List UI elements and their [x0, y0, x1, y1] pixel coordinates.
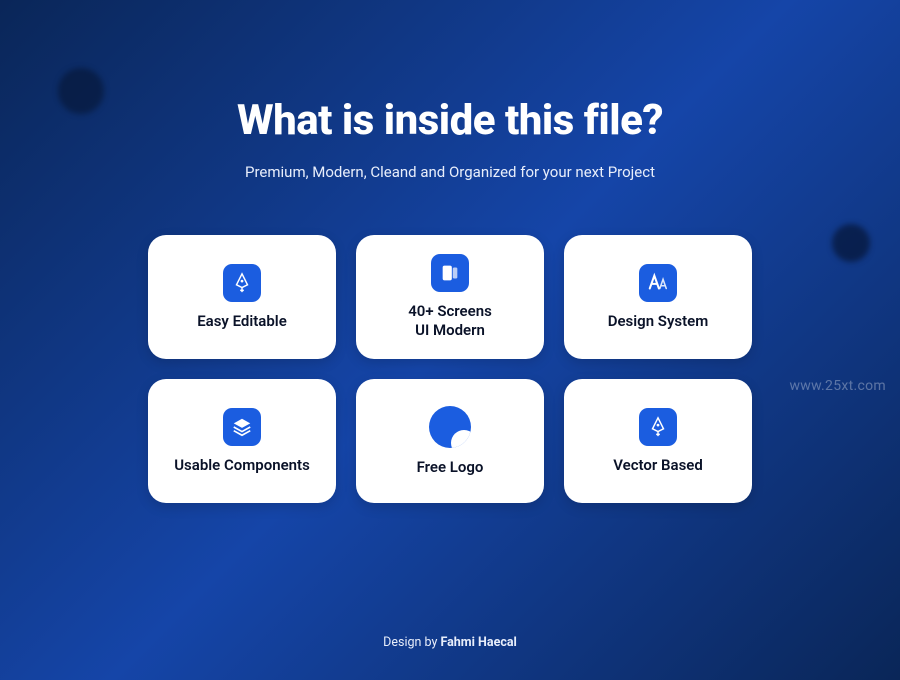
features-grid: Easy Editable 40+ Screens UI Modern Desi…: [148, 235, 752, 503]
feature-card-components: Usable Components: [148, 379, 336, 503]
feature-card-design-system: Design System: [564, 235, 752, 359]
feature-label: Free Logo: [417, 458, 484, 477]
feature-label: Design System: [608, 312, 709, 331]
feature-card-vector: Vector Based: [564, 379, 752, 503]
main-container: What is inside this file? Premium, Moder…: [0, 0, 900, 680]
logo-circle-icon: [429, 406, 471, 448]
feature-label: Easy Editable: [197, 312, 287, 331]
feature-label: Usable Components: [174, 456, 310, 475]
typography-icon: [639, 264, 677, 302]
page-subtitle: Premium, Modern, Cleand and Organized fo…: [245, 163, 655, 181]
feature-card-screens: 40+ Screens UI Modern: [356, 235, 544, 359]
pen-tool-icon: [223, 264, 261, 302]
footer-author: Fahmi Haecal: [440, 635, 516, 650]
footer-prefix: Design by: [383, 635, 440, 650]
layers-icon: [223, 408, 261, 446]
watermark-text: www.25xt.com: [789, 378, 886, 394]
feature-card-easy-editable: Easy Editable: [148, 235, 336, 359]
pen-tool-icon: [639, 408, 677, 446]
screens-icon: [431, 254, 469, 292]
feature-label: 40+ Screens UI Modern: [408, 302, 492, 340]
feature-label: Vector Based: [613, 456, 703, 475]
page-title: What is inside this file?: [237, 96, 663, 145]
feature-card-logo: Free Logo: [356, 379, 544, 503]
footer-credit: Design by Fahmi Haecal: [0, 635, 900, 650]
